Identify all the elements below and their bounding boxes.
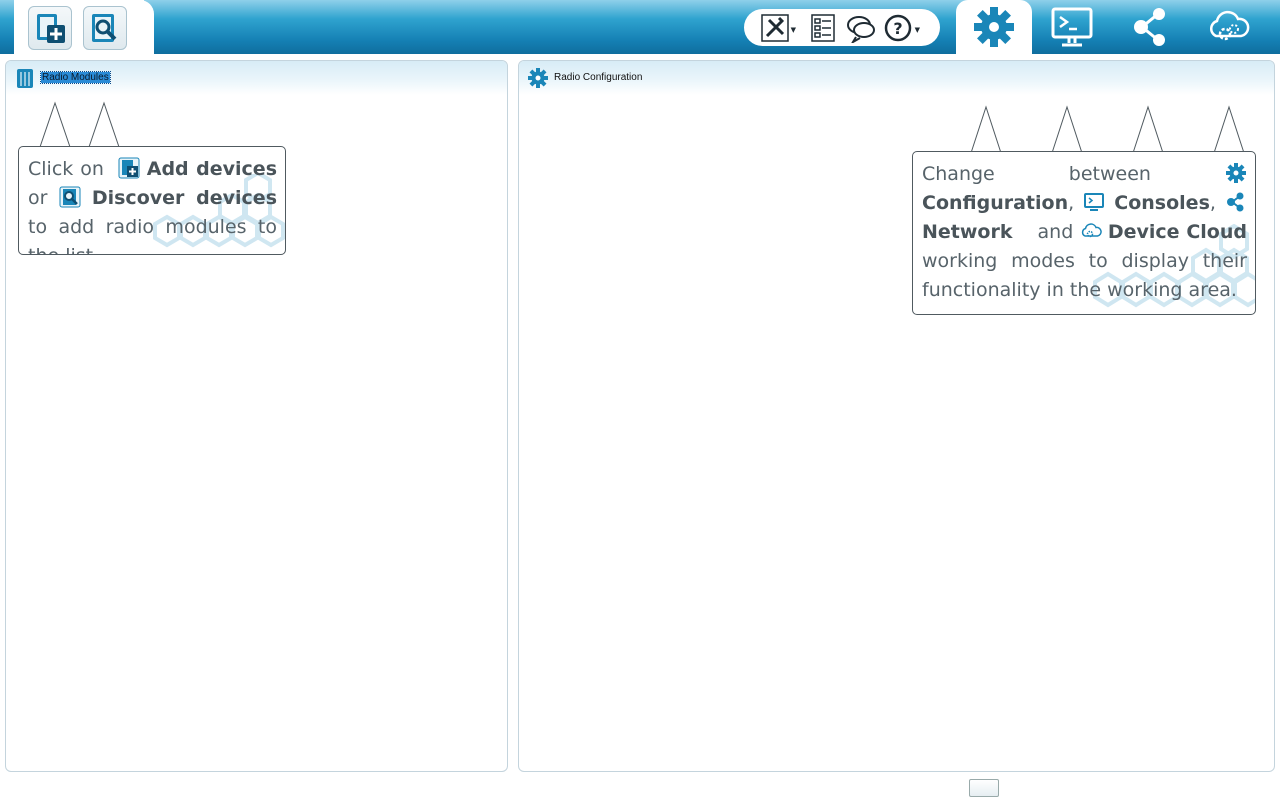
svg-text:?: ? xyxy=(893,19,902,38)
help-icon: ? xyxy=(884,14,912,42)
feedback-button[interactable] xyxy=(846,13,882,43)
add-device-icon xyxy=(37,14,65,43)
add-device-icon xyxy=(118,157,140,179)
status-tray-icon[interactable] xyxy=(969,779,999,797)
gear-icon xyxy=(528,68,548,88)
panel-title: Radio Modules xyxy=(40,71,111,84)
device-cloud-icon xyxy=(1081,223,1102,238)
help-dropdown-caret[interactable]: ▼ xyxy=(915,26,920,34)
network-nodes-icon xyxy=(1134,8,1165,46)
device-cloud-icon xyxy=(1210,10,1250,41)
discover-device-icon xyxy=(59,186,81,208)
radio-configuration-header: Radio Configuration xyxy=(519,61,1274,95)
panel-title: Radio Configuration xyxy=(554,72,643,83)
configuration-gear-icon xyxy=(974,7,1014,47)
callout-pointers xyxy=(970,105,1245,154)
console-monitor-icon xyxy=(1084,193,1105,211)
tab-network[interactable] xyxy=(1112,0,1188,54)
tab-consoles[interactable] xyxy=(1034,0,1110,54)
discover-device-icon xyxy=(92,14,117,42)
main-toolbar: ▼ ? ▼ xyxy=(0,0,1280,54)
help-button[interactable]: ? ▼ xyxy=(884,13,920,43)
discover-devices-button[interactable] xyxy=(83,6,127,50)
hint-text: Change between Configuration, Consoles, … xyxy=(922,163,1247,301)
xctu-tools-button[interactable]: ▼ xyxy=(760,13,796,43)
tools-dropdown-caret[interactable]: ▼ xyxy=(791,26,796,34)
tab-device-cloud[interactable] xyxy=(1190,0,1266,54)
console-monitor-icon xyxy=(1051,7,1093,47)
configuration-gear-icon xyxy=(1226,163,1246,183)
chat-bubbles-icon xyxy=(847,16,875,43)
tools-icon xyxy=(761,14,789,42)
add-devices-hint: Click on Add devices or Discover devices… xyxy=(18,100,286,256)
hint-text: Click on Add devices or Discover devices… xyxy=(28,157,278,254)
callout-pointers xyxy=(39,101,120,148)
radio-modules-header: Radio Modules xyxy=(6,61,507,95)
tab-configuration[interactable] xyxy=(956,0,1032,54)
network-nodes-icon xyxy=(1226,192,1244,212)
tools-group: ▼ ? ▼ xyxy=(744,9,940,46)
hint-box: Click on Add devices or Discover devices… xyxy=(18,146,286,255)
hint-box: Change between Configuration, Consoles, … xyxy=(912,151,1256,315)
add-devices-button[interactable] xyxy=(28,6,72,50)
working-modes-hint: Change between Configuration, Consoles, … xyxy=(912,104,1256,316)
checklist-icon xyxy=(811,14,835,42)
radio-module-icon xyxy=(17,69,33,88)
profile-button[interactable] xyxy=(808,13,844,43)
